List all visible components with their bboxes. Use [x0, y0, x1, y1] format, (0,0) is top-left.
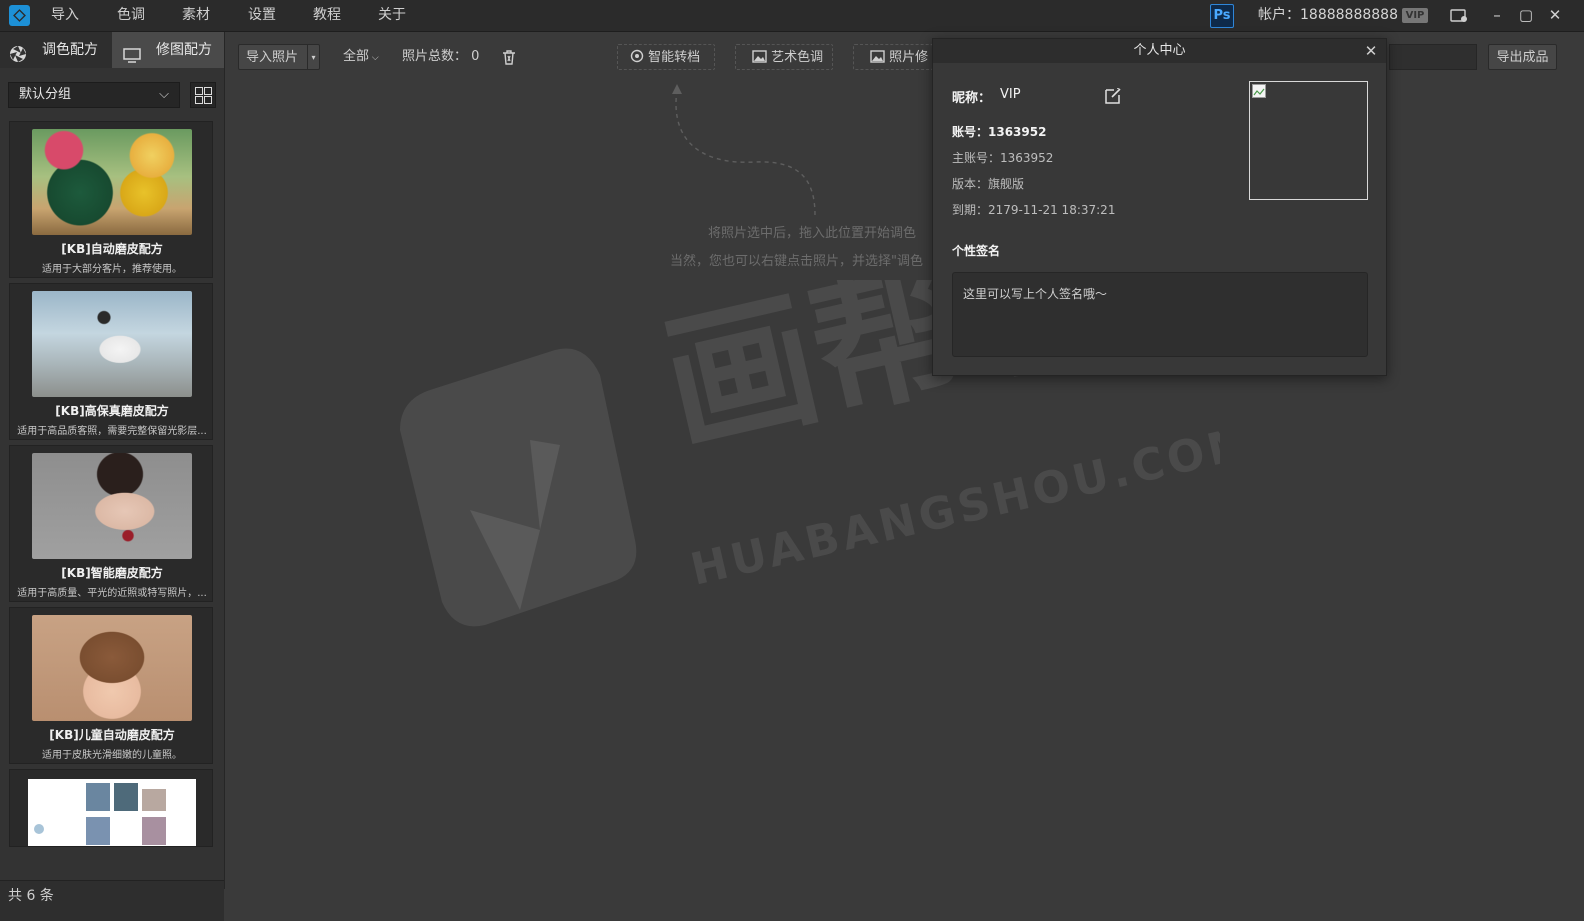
account-id: 账号：1363952: [952, 125, 1047, 139]
expiry-date: 到期：2179-11-21 18:37:21: [952, 203, 1116, 217]
avatar[interactable]: [1249, 81, 1368, 200]
recipe-card[interactable]: [KB]自动磨皮配方 适用于大部分客片，推荐使用。: [9, 121, 213, 278]
photo-total-label: 照片总数：: [402, 49, 468, 64]
signature-input[interactable]: 这里可以写上个人签名哦～: [952, 272, 1368, 357]
recipe-card[interactable]: [KB]儿童自动磨皮配方 适用于皮肤光滑细嫩的儿童照。: [9, 607, 213, 764]
version: 版本：旗舰版: [952, 177, 1025, 191]
recipe-card[interactable]: [9, 769, 213, 847]
recipe-card[interactable]: [KB]智能磨皮配方 适用于高质量、平光的近照或特写照片，...: [9, 445, 213, 602]
menu-tutorial[interactable]: 教程: [313, 0, 341, 31]
dialog-close-icon[interactable]: ✕: [1362, 39, 1380, 63]
photoshop-button[interactable]: Ps: [1210, 4, 1234, 28]
group-select[interactable]: 默认分组 ⌵: [8, 82, 180, 108]
smart-convert-button[interactable]: 智能转档: [617, 44, 715, 70]
nickname-value: VIP: [1000, 87, 1021, 102]
title-bar: 导入 色调 素材 设置 教程 关于 Ps 帐户：18888888888 VIP …: [0, 0, 1584, 32]
watermark-text-en: HUABANGSHOU.COM: [686, 416, 1220, 596]
photo-retouch-label: 照片修: [889, 50, 929, 65]
recipe-title: [KB]智能磨皮配方: [61, 566, 163, 580]
search-input[interactable]: [1389, 44, 1477, 70]
recipe-card[interactable]: [KB]高保真磨皮配方 适用于高品质客照，需要完整保留光影层...: [9, 283, 213, 440]
recipe-thumbnail-portrait: [32, 453, 192, 559]
trash-icon[interactable]: [501, 44, 517, 70]
dialog-title: 个人中心: [933, 39, 1386, 63]
menu-about[interactable]: 关于: [378, 0, 406, 31]
art-tone-label: 艺术色调: [771, 50, 824, 65]
recipe-desc: 适用于高品质客照，需要完整保留光影层...: [17, 426, 207, 437]
recipe-title: [KB]自动磨皮配方: [61, 242, 163, 256]
recipe-thumbnail-collage: [28, 779, 196, 846]
tab-retouch-recipe-label: 修图配方: [156, 42, 212, 58]
grid-view-icon[interactable]: [190, 82, 216, 108]
drop-hint-line1: 将照片选中后，拖入此位置开始调色: [708, 226, 917, 241]
app-logo-icon: [9, 5, 30, 26]
menu-import[interactable]: 导入: [51, 0, 79, 31]
smart-convert-label: 智能转档: [648, 50, 701, 65]
smart-convert-icon: [630, 49, 648, 65]
group-select-value: 默认分组: [19, 87, 72, 102]
photo-total-value: 0: [471, 49, 480, 64]
recipe-title: [KB]儿童自动磨皮配方: [49, 728, 175, 742]
drop-hint-arrow: [672, 84, 816, 216]
close-icon[interactable]: ✕: [1544, 0, 1566, 31]
account-label[interactable]: 帐户：18888888888: [1258, 0, 1398, 31]
card-settings-icon[interactable]: [1448, 0, 1470, 31]
menu-assets[interactable]: 素材: [182, 0, 210, 31]
drop-hint-line2: 当然，您也可以右键点击照片，并选择"调色: [670, 254, 923, 269]
import-photos-label: 导入照片: [246, 50, 299, 65]
chevron-down-icon: ⌵: [369, 53, 379, 63]
items-count: 共 6 条: [0, 880, 224, 921]
vip-badge: VIP: [1402, 8, 1428, 23]
export-button[interactable]: 导出成品: [1488, 44, 1557, 70]
filter-all-label: 全部: [343, 49, 370, 64]
filter-all-dropdown[interactable]: 全部 ⌵: [343, 44, 379, 70]
master-account-id: 主账号：1363952: [952, 151, 1054, 165]
sidebar-tabs: 调色配方 修图配方: [0, 32, 224, 68]
menu-settings[interactable]: 设置: [248, 0, 276, 31]
import-photos-button[interactable]: 导入照片 ▾: [238, 44, 320, 70]
tab-retouch-recipe[interactable]: 修图配方: [112, 32, 224, 68]
aperture-icon: [9, 41, 27, 62]
photo-total: 照片总数： 0: [402, 44, 479, 70]
edit-icon[interactable]: [1105, 87, 1122, 108]
recipe-desc: 适用于高质量、平光的近照或特写照片，...: [17, 588, 207, 599]
photo-retouch-button[interactable]: 照片修: [853, 44, 933, 70]
signature-heading: 个性签名: [952, 244, 1001, 258]
chevron-down-icon: ⌵: [159, 87, 169, 102]
maximize-icon[interactable]: ▢: [1515, 0, 1537, 31]
image-icon: [752, 50, 771, 65]
monitor-icon: [123, 42, 141, 78]
nickname-label: 昵称：: [952, 91, 992, 106]
art-tone-button[interactable]: 艺术色调: [735, 44, 833, 70]
tab-tone-recipe-label: 调色配方: [42, 42, 98, 58]
recipe-title: [KB]高保真磨皮配方: [55, 404, 169, 418]
recipe-desc: 适用于皮肤光滑细嫩的儿童照。: [42, 750, 182, 761]
minimize-icon[interactable]: –: [1486, 0, 1508, 31]
menu-tone[interactable]: 色调: [117, 0, 145, 31]
import-dropdown-icon[interactable]: ▾: [307, 45, 319, 69]
sidebar: 调色配方 修图配方 默认分组 ⌵ [KB]自动磨皮配方 适用于大部分客片，推荐使…: [0, 32, 225, 921]
broken-image-icon: [1252, 84, 1266, 98]
recipe-thumbnail-wedding-garden: [32, 129, 192, 235]
recipe-thumbnail-beach-couple: [32, 291, 192, 397]
personal-center-dialog: 个人中心 ✕ 昵称： VIP 账号：1363952 主账号：1363952 版本…: [932, 38, 1387, 376]
recipe-desc: 适用于大部分客片，推荐使用。: [42, 264, 182, 275]
recipe-thumbnail-baby: [32, 615, 192, 721]
image-icon: [870, 50, 889, 65]
tab-tone-recipe[interactable]: 调色配方: [0, 32, 111, 68]
